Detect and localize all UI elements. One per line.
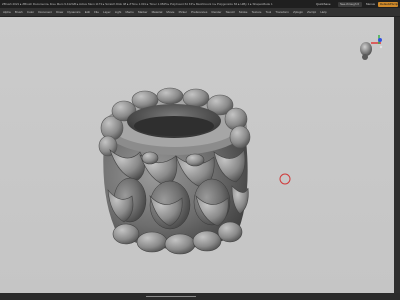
sculpted-ring-mesh[interactable]: [98, 87, 251, 255]
scene-overlay: [98, 35, 383, 255]
navigation-gizmo-icon[interactable]: [360, 35, 383, 60]
draw-cursor-icon: [279, 173, 291, 185]
